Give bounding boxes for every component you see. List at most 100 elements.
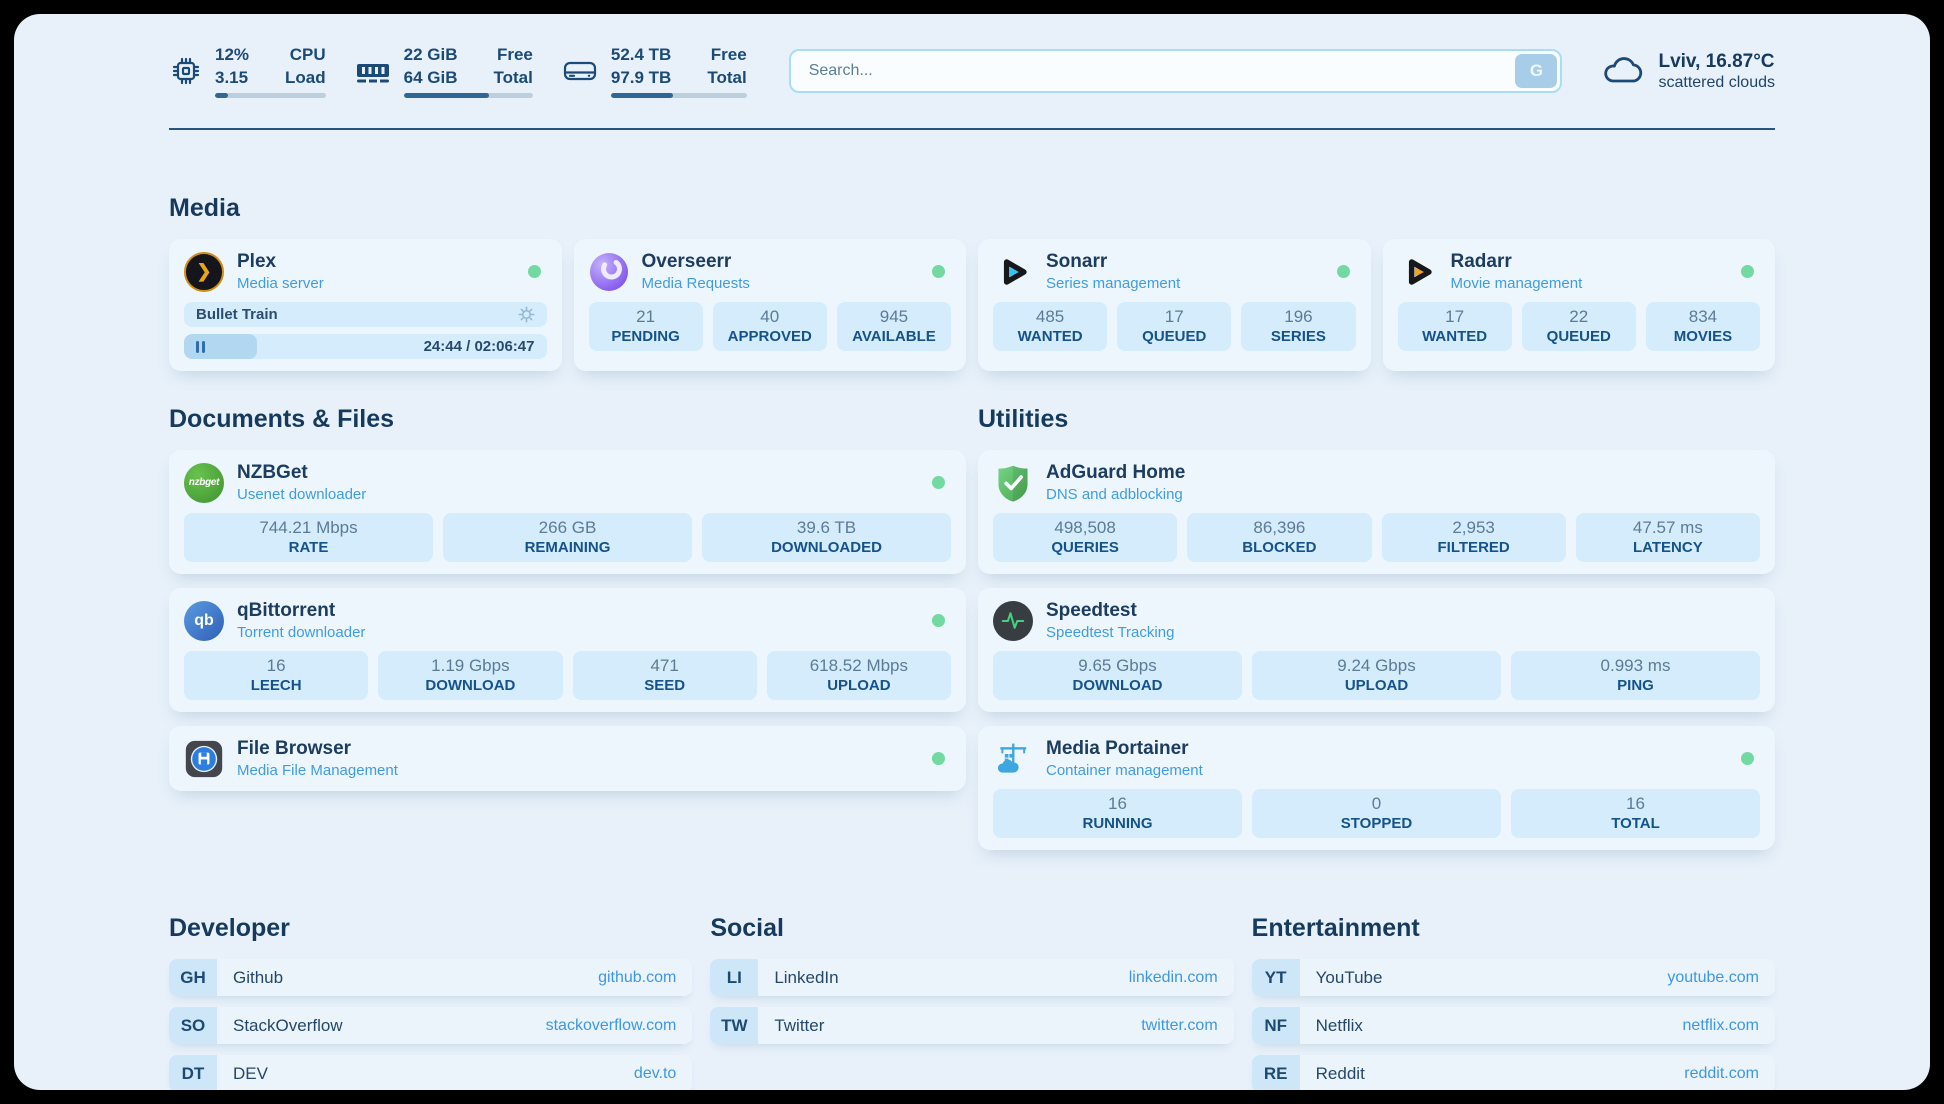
stat-label: LEECH: [251, 677, 302, 694]
search-input[interactable]: [789, 49, 1563, 93]
youtube-badge: YT: [1252, 959, 1300, 996]
stat-approved: 40 APPROVED: [713, 302, 827, 351]
developer-section-title: Developer: [169, 914, 692, 943]
stat-label: MOVIES: [1674, 328, 1732, 345]
plex-card[interactable]: ❯ Plex Media server Bullet Train: [169, 239, 562, 371]
status-dot: [1741, 265, 1754, 278]
link-name: YouTube: [1316, 968, 1383, 988]
stat-value: 945: [880, 307, 908, 327]
app-subtitle: Movie management: [1451, 275, 1583, 292]
link-name: StackOverflow: [233, 1016, 343, 1036]
stat-available: 945 AVAILABLE: [837, 302, 951, 351]
status-dot: [932, 752, 945, 765]
stat-stopped: 0 STOPPED: [1252, 789, 1501, 838]
utilities-section: Utilities AdGuard Home DNS and ad: [978, 405, 1775, 864]
stat-value: 16: [1626, 794, 1645, 814]
filebrowser-card[interactable]: File Browser Media File Management: [169, 726, 966, 791]
overseerr-card[interactable]: Overseerr Media Requests 21 PENDING 40 A…: [574, 239, 967, 371]
link-reddit[interactable]: RE Reddit reddit.com: [1252, 1055, 1775, 1090]
stat-queries: 498,508 QUERIES: [993, 513, 1177, 562]
radarr-icon: [1398, 252, 1438, 292]
app-name: NZBGet: [237, 462, 366, 484]
stat-remaining: 266 GB REMAINING: [443, 513, 692, 562]
stat-label: SERIES: [1271, 328, 1326, 345]
status-dot: [932, 476, 945, 489]
app-subtitle: Speedtest Tracking: [1046, 624, 1174, 641]
reddit-badge: RE: [1252, 1055, 1300, 1090]
portainer-card[interactable]: Media Portainer Container management 16 …: [978, 726, 1775, 850]
stat-label: WANTED: [1018, 328, 1083, 345]
stat-label: RATE: [289, 539, 329, 556]
stat-label: STOPPED: [1341, 815, 1412, 832]
link-youtube[interactable]: YT YouTube youtube.com: [1252, 959, 1775, 996]
stat-queued: 22 QUEUED: [1522, 302, 1636, 351]
now-playing-row[interactable]: Bullet Train: [184, 302, 547, 327]
link-url: youtube.com: [1667, 969, 1759, 987]
stat-value: 196: [1284, 307, 1312, 327]
github-badge: GH: [169, 959, 217, 996]
stat-latency: 47.57 ms LATENCY: [1576, 513, 1760, 562]
gear-icon[interactable]: [518, 306, 535, 323]
disk-icon: [561, 54, 599, 88]
stat-total: 16 TOTAL: [1511, 789, 1760, 838]
link-dev[interactable]: DT DEV dev.to: [169, 1055, 692, 1090]
stat-value: 618.52 Mbps: [810, 656, 908, 676]
stat-label: WANTED: [1422, 328, 1487, 345]
plex-icon: ❯: [184, 252, 224, 292]
status-dot: [1741, 752, 1754, 765]
stat-label: TOTAL: [1611, 815, 1660, 832]
ram-icon: [354, 54, 392, 88]
stat-value: 9.65 Gbps: [1078, 656, 1156, 676]
speedtest-card[interactable]: Speedtest Speedtest Tracking 9.65 Gbps D…: [978, 588, 1775, 712]
stat-download: 9.65 Gbps DOWNLOAD: [993, 651, 1242, 700]
stat-wanted: 485 WANTED: [993, 302, 1107, 351]
app-name: Overseerr: [642, 251, 750, 273]
nzbget-card[interactable]: nzbget NZBGet Usenet downloader 744.21 M…: [169, 450, 966, 574]
stat-label: AVAILABLE: [852, 328, 936, 345]
utilities-section-title: Utilities: [978, 405, 1775, 434]
stat-label: APPROVED: [728, 328, 812, 345]
cloud-icon: [1600, 52, 1644, 90]
portainer-icon: [993, 739, 1033, 779]
status-dot: [932, 614, 945, 627]
stat-value: 0.993 ms: [1601, 656, 1671, 676]
stat-label: QUEUED: [1547, 328, 1611, 345]
link-twitter[interactable]: TW Twitter twitter.com: [710, 1007, 1233, 1044]
link-stackoverflow[interactable]: SO StackOverflow stackoverflow.com: [169, 1007, 692, 1044]
disk-total-value: 97.9 TB: [611, 67, 671, 89]
stat-blocked: 86,396 BLOCKED: [1187, 513, 1371, 562]
link-netflix[interactable]: NF Netflix netflix.com: [1252, 1007, 1775, 1044]
stat-value: 39.6 TB: [797, 518, 856, 538]
sonarr-card[interactable]: Sonarr Series management 485 WANTED 17 Q…: [978, 239, 1371, 371]
stat-value: 485: [1036, 307, 1064, 327]
stat-upload: 9.24 Gbps UPLOAD: [1252, 651, 1501, 700]
radarr-card[interactable]: Radarr Movie management 17 WANTED 22 QUE…: [1383, 239, 1776, 371]
stat-value: 266 GB: [539, 518, 597, 538]
stat-value: 834: [1689, 307, 1717, 327]
stat-value: 471: [650, 656, 678, 676]
stat-label: PING: [1617, 677, 1654, 694]
twitter-badge: TW: [710, 1007, 758, 1044]
qbittorrent-icon: qb: [184, 601, 224, 641]
filebrowser-icon: [184, 739, 224, 779]
documents-section: Documents & Files nzbget NZBGet Usenet d…: [169, 405, 966, 864]
ram-total-value: 64 GiB: [404, 67, 458, 89]
search-engine-button[interactable]: G: [1515, 54, 1557, 88]
search-bar: G: [789, 49, 1563, 93]
weather-location: Lviv, 16.87°C: [1658, 51, 1775, 73]
dashboard: { "topbar": { "cpu": { "values": ["12%",…: [0, 0, 1944, 1104]
playback-progress: 24:44 / 02:06:47: [184, 334, 547, 359]
cpu-label: CPU: [285, 44, 326, 66]
adguard-card[interactable]: AdGuard Home DNS and adblocking 498,508 …: [978, 450, 1775, 574]
qbittorrent-card[interactable]: qb qBittorrent Torrent downloader 16 LEE…: [169, 588, 966, 712]
ram-free-value: 22 GiB: [404, 44, 458, 66]
link-github[interactable]: GH Github github.com: [169, 959, 692, 996]
entertainment-section: Entertainment YT YouTube youtube.com NF …: [1252, 914, 1775, 1090]
app-name: qBittorrent: [237, 600, 365, 622]
stat-pending: 21 PENDING: [589, 302, 703, 351]
ram-total-label: Total: [494, 67, 533, 89]
weather-widget: Lviv, 16.87°C scattered clouds: [1600, 51, 1775, 92]
stat-value: 21: [636, 307, 655, 327]
stat-queued: 17 QUEUED: [1117, 302, 1231, 351]
link-linkedin[interactable]: LI LinkedIn linkedin.com: [710, 959, 1233, 996]
